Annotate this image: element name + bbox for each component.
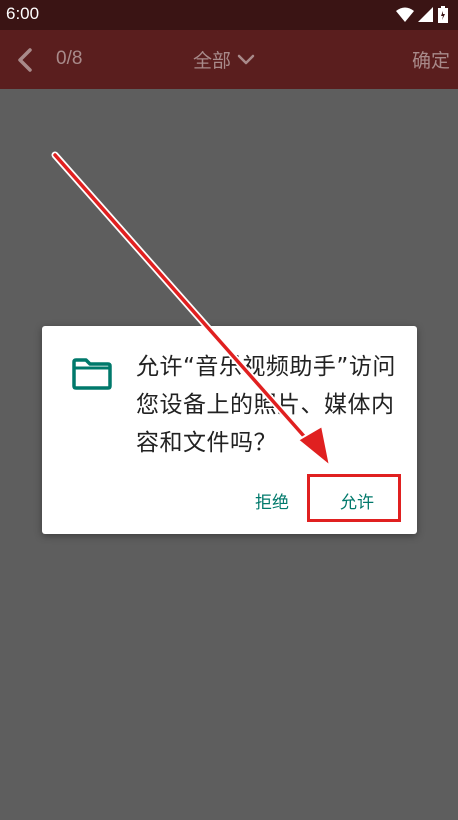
- chevron-down-icon: [237, 54, 255, 64]
- folder-icon: [72, 358, 112, 390]
- status-time: 6:00: [6, 4, 40, 23]
- selection-counter: 0/8: [56, 48, 83, 69]
- allow-highlight-box: [307, 474, 401, 522]
- app-bar: 0/8 全部 确定: [0, 30, 458, 89]
- battery-icon: [438, 6, 448, 23]
- album-filter-label: 全部: [193, 50, 232, 72]
- signal-icon: [418, 6, 433, 22]
- permission-message: 允许“音乐视频助手”访问您设备上的照片、媒体内容和文件吗？: [136, 354, 396, 456]
- confirm-button[interactable]: 确定: [412, 46, 450, 73]
- status-icons: [396, 6, 448, 23]
- deny-button[interactable]: 拒绝: [252, 488, 292, 513]
- back-arrow-icon[interactable]: [12, 46, 40, 74]
- album-filter-dropdown[interactable]: 全部: [193, 46, 255, 73]
- screen: 6:00 0/8 全部 确定 允许“音乐视频助手”访问您设备上的照片、媒体内容和…: [0, 0, 458, 820]
- wifi-icon: [396, 7, 414, 22]
- status-bar: 6:00: [0, 0, 458, 30]
